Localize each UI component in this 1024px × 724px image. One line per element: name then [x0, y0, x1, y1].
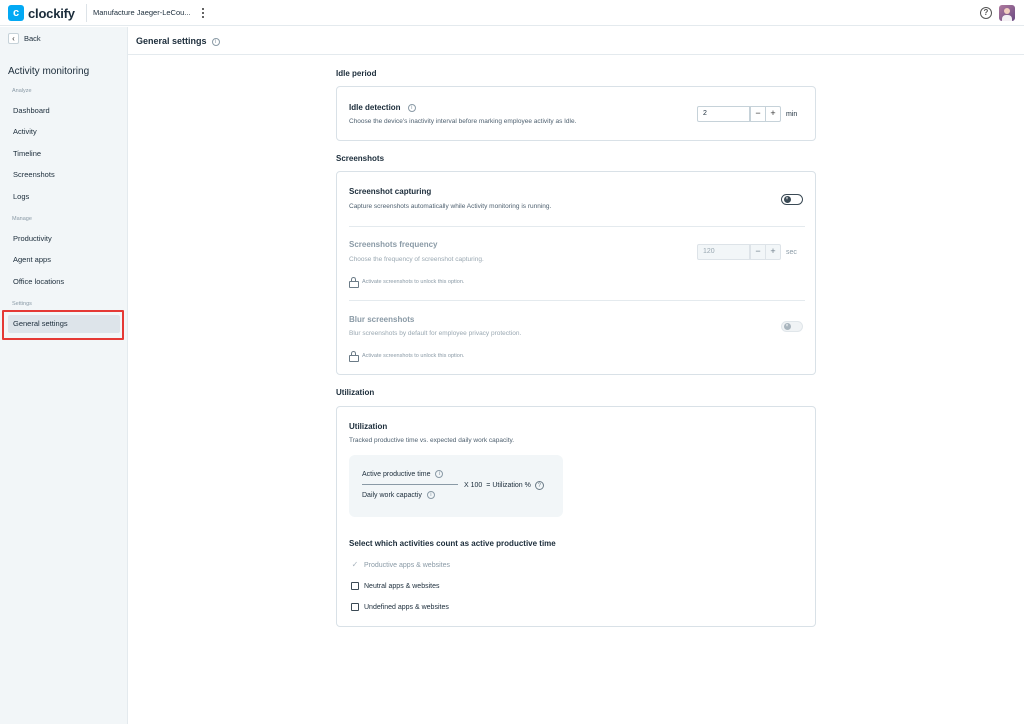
- page-header: General settings i: [128, 26, 1024, 55]
- info-icon[interactable]: i: [435, 470, 444, 478]
- sidebar-item-activity[interactable]: Activity: [8, 123, 120, 141]
- minus-icon[interactable]: −: [750, 107, 765, 121]
- checkbox-undefined-box[interactable]: [351, 603, 359, 611]
- close-icon: ×: [783, 323, 791, 330]
- frequency-lock-note-text: Activate screenshots to unlock this opti…: [362, 278, 465, 285]
- sidebar-item-timeline[interactable]: Timeline: [8, 145, 120, 163]
- idle-stepper: 2 − + min: [697, 106, 797, 122]
- frequency-value-input: 120: [698, 245, 750, 259]
- checkbox-neutral[interactable]: Neutral apps & websites: [351, 582, 439, 590]
- sidebar-section-analyze: Analyze: [12, 88, 32, 94]
- checkbox-undefined[interactable]: Undefined apps & websites: [351, 603, 449, 611]
- back-label: Back: [24, 34, 41, 43]
- workspace-name[interactable]: Manufacture Jaeger-LeCou...: [93, 8, 191, 17]
- blur-lock-note-text: Activate screenshots to unlock this opti…: [362, 352, 465, 359]
- sidebar-section-manage: Manage: [12, 216, 32, 222]
- blur-screenshots-description: Blur screenshots by default for employee…: [349, 330, 522, 337]
- sidebar-title: Activity monitoring: [8, 66, 90, 77]
- blur-screenshots-toggle: ×: [781, 321, 803, 332]
- formula-multiplier: X 100: [464, 482, 483, 489]
- utilization-formula: Active productive time i Daily work capa…: [349, 455, 563, 517]
- formula-numerator: Active productive time i: [362, 470, 444, 478]
- checkbox-productive: ✓ Productive apps & websites: [351, 561, 450, 569]
- idle-info-icon[interactable]: i: [407, 103, 416, 112]
- sidebar-item-office-locations[interactable]: Office locations: [8, 273, 120, 291]
- idle-value-input[interactable]: 2: [698, 107, 750, 121]
- frequency-unit: sec: [786, 248, 797, 256]
- sidebar-item-general-settings[interactable]: General settings: [8, 315, 120, 333]
- screenshot-capturing-toggle[interactable]: ×: [781, 194, 803, 205]
- blur-screenshots-title: Blur screenshots: [349, 315, 415, 324]
- clockify-logo-text: clockify: [28, 5, 75, 21]
- minus-icon: −: [750, 245, 765, 259]
- idle-card: Idle detection i Choose the device's ina…: [336, 86, 816, 141]
- checkbox-undefined-label: Undefined apps & websites: [364, 603, 449, 611]
- close-icon: ×: [783, 196, 791, 203]
- sidebar-item-dashboard[interactable]: Dashboard: [8, 102, 120, 120]
- screenshots-frequency-description: Choose the frequency of screenshot captu…: [349, 256, 484, 263]
- checkbox-neutral-box[interactable]: [351, 582, 359, 590]
- page-title-text: General settings: [136, 36, 207, 46]
- plus-icon: +: [765, 245, 780, 259]
- screenshots-frequency-title: Screenshots frequency: [349, 240, 438, 249]
- sidebar-item-logs[interactable]: Logs: [8, 188, 120, 206]
- info-icon[interactable]: i: [426, 491, 435, 499]
- activities-title: Select which activities count as active …: [349, 539, 556, 548]
- sidebar-section-settings: Settings: [12, 301, 32, 307]
- chevron-left-icon: ‹: [8, 33, 19, 44]
- section-heading-screenshots: Screenshots: [336, 154, 385, 163]
- avatar[interactable]: [999, 5, 1015, 21]
- screenshots-card: Screenshot capturing Capture screenshots…: [336, 171, 816, 375]
- checkbox-productive-label: Productive apps & websites: [364, 561, 450, 569]
- lock-icon: [349, 351, 359, 362]
- formula-result-text: = Utilization %: [486, 482, 531, 489]
- info-icon[interactable]: i: [211, 37, 220, 46]
- section-heading-utilization: Utilization: [336, 388, 375, 397]
- page-title: General settings i: [136, 36, 220, 46]
- plus-icon[interactable]: +: [765, 107, 780, 121]
- fraction-line: [362, 484, 458, 485]
- top-bar: c clockify Manufacture Jaeger-LeCou... ?: [0, 0, 1024, 26]
- idle-detection-title: Idle detection i: [349, 103, 416, 112]
- screenshot-capturing-description: Capture screenshots automatically while …: [349, 203, 552, 210]
- utilization-description: Tracked productive time vs. expected dai…: [349, 437, 515, 444]
- divider: [349, 300, 805, 301]
- frequency-lock-note: Activate screenshots to unlock this opti…: [349, 277, 465, 288]
- idle-unit: min: [786, 110, 798, 118]
- blur-lock-note: Activate screenshots to unlock this opti…: [349, 351, 465, 362]
- formula-denominator: Daily work capactiy i: [362, 491, 435, 499]
- checkbox-neutral-label: Neutral apps & websites: [364, 582, 440, 590]
- workspace-menu-icon[interactable]: [198, 5, 208, 21]
- lock-icon: [349, 277, 359, 288]
- screenshot-capturing-title: Screenshot capturing: [349, 187, 432, 196]
- utilization-card: Utilization Tracked productive time vs. …: [336, 406, 816, 627]
- sidebar-item-screenshots[interactable]: Screenshots: [8, 166, 120, 184]
- sidebar-item-agent-apps[interactable]: Agent apps: [8, 251, 120, 269]
- clockify-logo[interactable]: c clockify: [8, 5, 75, 21]
- back-button[interactable]: ‹ Back: [8, 33, 41, 44]
- divider: [349, 226, 805, 227]
- formula-denominator-text: Daily work capactiy: [362, 491, 422, 499]
- question-icon[interactable]: ?: [534, 481, 544, 490]
- topbar-divider: [86, 4, 87, 22]
- checkmark-icon: ✓: [351, 560, 359, 569]
- formula-result: X 100 = Utilization % ?: [464, 481, 544, 490]
- section-heading-idle: Idle period: [336, 69, 377, 78]
- frequency-stepper: 120 − + sec: [697, 244, 797, 260]
- clockify-logo-icon: c: [8, 5, 24, 21]
- help-icon[interactable]: ?: [980, 7, 992, 19]
- sidebar-item-productivity[interactable]: Productivity: [8, 230, 120, 248]
- formula-numerator-text: Active productive time: [362, 470, 431, 478]
- idle-detection-description: Choose the device's inactivity interval …: [349, 118, 577, 125]
- idle-detection-title-text: Idle detection: [349, 103, 401, 112]
- utilization-title: Utilization: [349, 422, 388, 431]
